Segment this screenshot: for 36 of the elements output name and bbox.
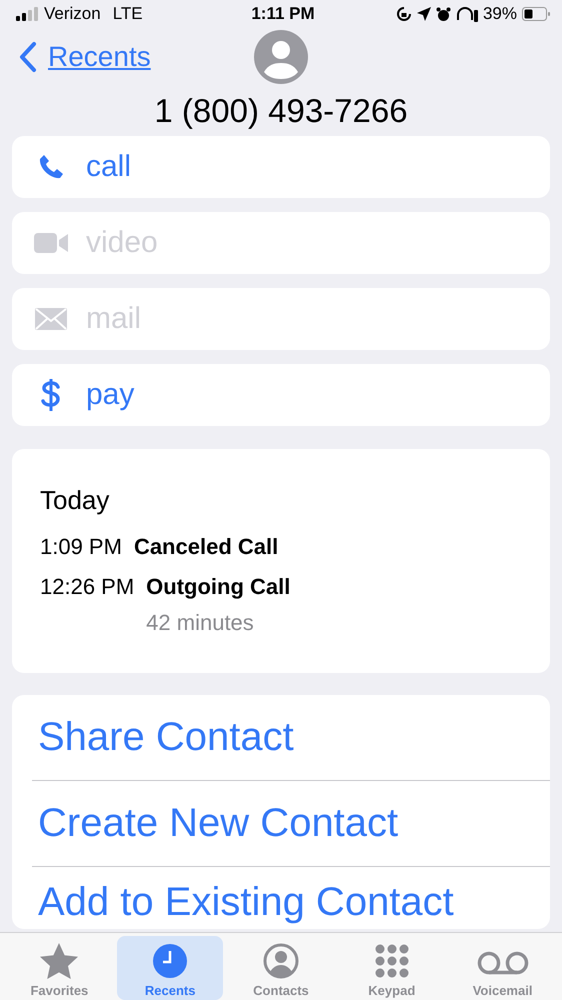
phone-number: 1 (800) 493-7266 — [153, 91, 409, 131]
call-time: 1:09 PM — [40, 534, 122, 560]
call-duration: 42 minutes — [146, 610, 255, 636]
headphones-icon — [456, 6, 478, 22]
network-type: LTE — [112, 4, 143, 24]
carrier-name: Verizon — [44, 4, 101, 24]
person-circle-icon — [262, 943, 299, 979]
alarm-clock-icon — [436, 6, 451, 22]
clock-icon — [152, 943, 188, 979]
keypad-icon — [374, 943, 410, 979]
action-button[interactable]: pay — [12, 364, 550, 426]
contact-option-link[interactable]: Add to Existing Contact — [32, 867, 550, 929]
location-arrow-icon — [416, 7, 431, 21]
tab-item[interactable]: Favorites — [6, 936, 112, 1000]
clock-time: 1:11 PM — [251, 4, 315, 24]
video-camera-icon — [34, 232, 68, 254]
call-type: Canceled Call — [134, 534, 278, 560]
star-icon — [40, 943, 78, 979]
envelope-icon — [34, 308, 68, 330]
battery-percent: 39% — [482, 4, 517, 24]
contact-option-link[interactable]: Create New Contact — [32, 781, 550, 867]
rotation-lock-icon — [396, 6, 412, 22]
history-heading: Today — [40, 485, 110, 516]
tab-item[interactable]: Recents — [117, 936, 224, 1000]
back-link[interactable]: Recents — [18, 41, 151, 73]
chevron-left-icon — [18, 41, 38, 73]
tab-item[interactable]: Contacts — [228, 936, 334, 1000]
call-type: Outgoing Call — [146, 574, 290, 600]
tab-item[interactable]: Keypad — [338, 936, 445, 1000]
avatar-icon — [254, 30, 308, 84]
tab-item[interactable]: Voicemail — [450, 936, 556, 1000]
battery-icon — [522, 7, 550, 21]
action-button[interactable]: call — [12, 136, 550, 198]
contact-option-link[interactable]: Share Contact — [32, 695, 550, 781]
signal-icon — [16, 7, 38, 21]
call-time: 12:26 PM — [40, 574, 134, 601]
